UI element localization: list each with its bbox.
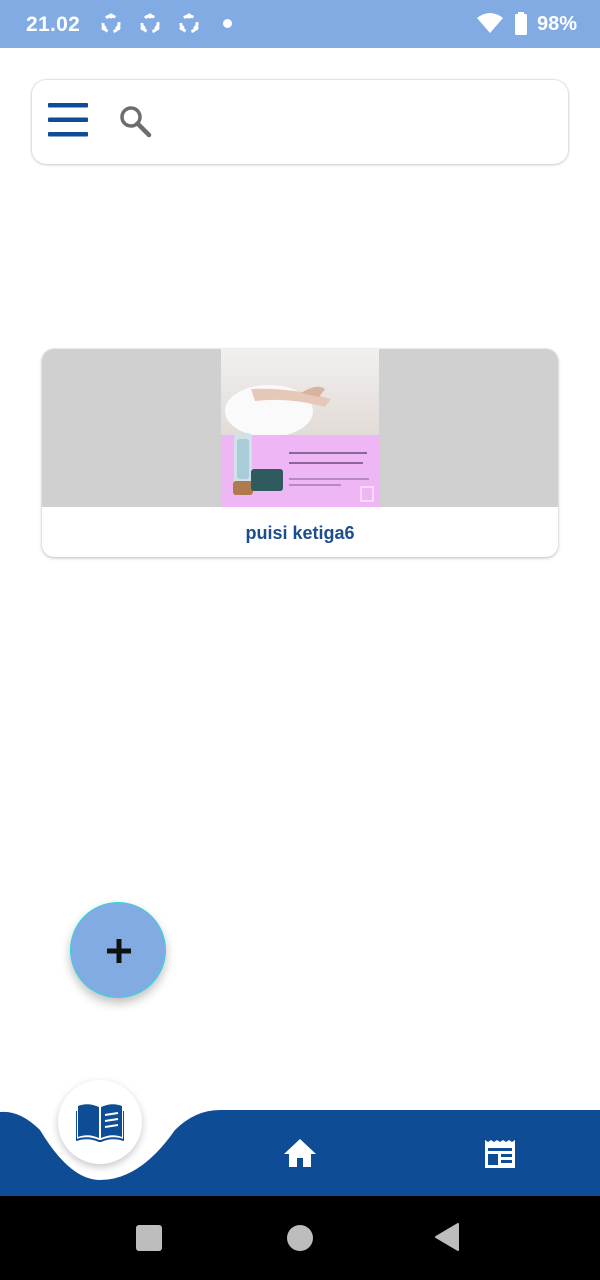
wifi-icon: [477, 13, 503, 33]
card-thumbnail: [221, 349, 379, 507]
status-bar: 21.02 98%: [0, 0, 600, 48]
poem-card[interactable]: puisi ketiga6: [42, 349, 558, 557]
card-image-area: [42, 349, 558, 507]
home-icon[interactable]: [282, 1136, 318, 1172]
hamburger-menu-icon[interactable]: [48, 100, 88, 140]
sync-icon: [101, 13, 121, 34]
nav-book-button[interactable]: [58, 1080, 142, 1164]
battery-icon: [515, 12, 527, 35]
system-home-button[interactable]: [287, 1225, 313, 1251]
system-navigation-bar: [0, 1196, 600, 1280]
add-button[interactable]: [70, 902, 166, 998]
newspaper-icon[interactable]: [482, 1136, 518, 1172]
status-time: 21.02: [26, 13, 81, 36]
plus-icon: [107, 939, 131, 963]
lotion-advertisement-image: [221, 349, 379, 507]
search-icon[interactable]: [118, 104, 152, 138]
sync-icon: [140, 13, 160, 34]
notification-dot-icon: [223, 19, 232, 28]
recents-button[interactable]: [136, 1225, 162, 1251]
book-icon: [76, 1104, 124, 1142]
battery-percent: 98%: [537, 13, 578, 35]
back-button[interactable]: [434, 1222, 460, 1252]
sync-icon: [179, 13, 199, 34]
card-title: puisi ketiga6: [245, 523, 355, 543]
search-bar[interactable]: [32, 80, 568, 164]
